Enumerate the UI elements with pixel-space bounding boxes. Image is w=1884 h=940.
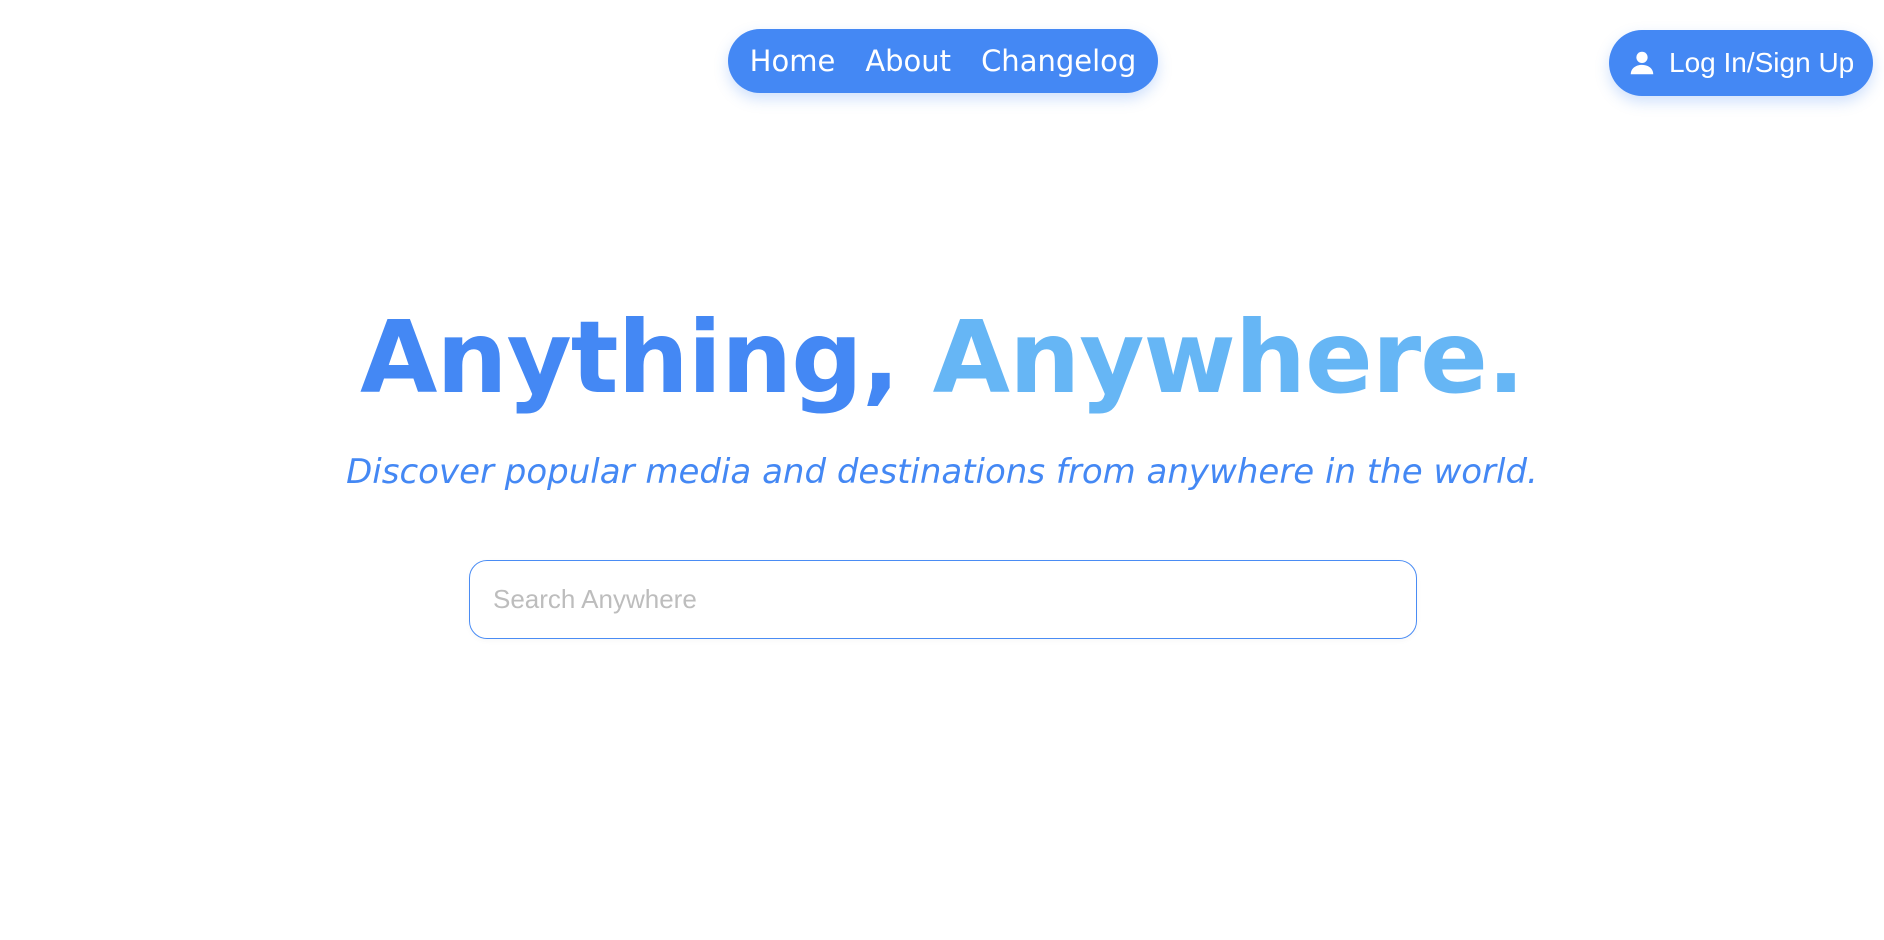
search-input[interactable] (470, 561, 1416, 638)
nav-link-home[interactable]: Home (735, 29, 851, 93)
hero-title-anything: Anything, (360, 299, 900, 416)
nav-link-about[interactable]: About (850, 29, 966, 93)
login-signup-button[interactable]: Log In/Sign Up (1609, 30, 1873, 96)
page: Home About Changelog Log In/Sign Up Anyt… (0, 0, 1884, 940)
nav-link-changelog[interactable]: Changelog (966, 29, 1151, 93)
login-signup-label: Log In/Sign Up (1669, 47, 1855, 78)
main-nav: Home About Changelog (728, 29, 1158, 93)
hero-subtitle: Discover popular media and destinations … (346, 452, 1538, 492)
hero-title: Anything, Anywhere. (0, 298, 1884, 418)
user-icon (1627, 48, 1657, 78)
hero-title-anywhere: Anywhere. (932, 299, 1525, 416)
search-box (469, 560, 1417, 639)
